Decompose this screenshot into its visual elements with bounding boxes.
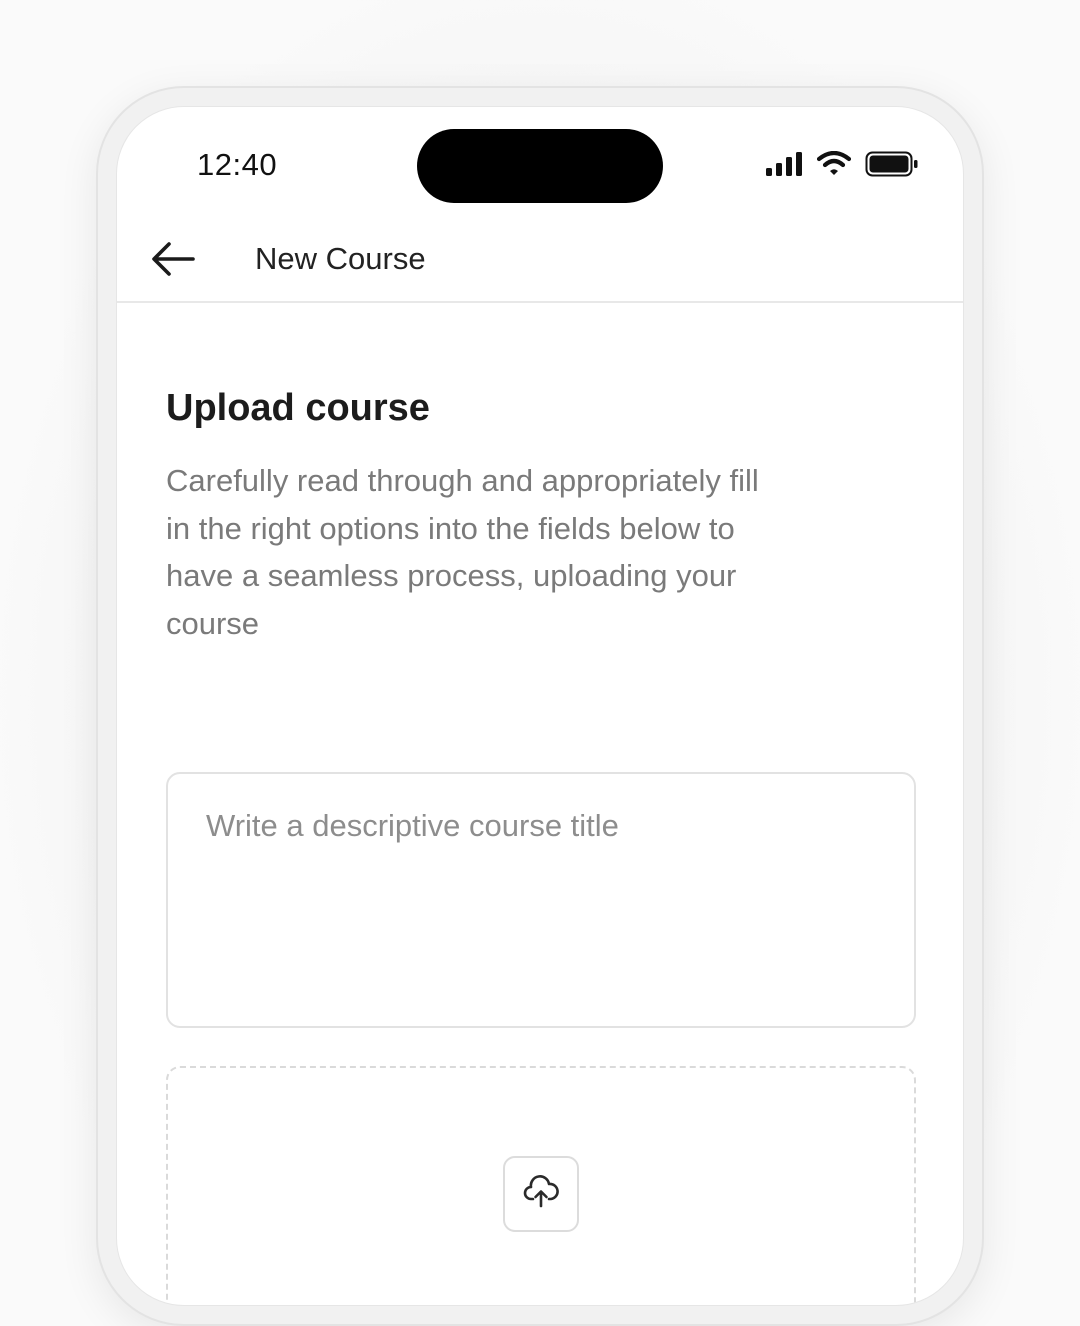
cloud-upload-icon (523, 1174, 559, 1214)
status-bar: 12:40 (117, 107, 963, 217)
course-title-input[interactable] (166, 772, 916, 1028)
page-title: New Course (255, 241, 426, 276)
section-description: Carefully read through and appropriately… (166, 463, 759, 641)
wifi-icon (816, 150, 852, 182)
upload-button[interactable] (503, 1156, 579, 1232)
section-heading: Upload course (166, 387, 430, 429)
back-button[interactable] (147, 239, 199, 283)
phone-screen: 12:40 New Course Upload course Carefully… (116, 106, 964, 1306)
dynamic-island (417, 129, 663, 203)
status-icons (765, 150, 919, 182)
app-header: New Course (117, 217, 963, 303)
battery-icon (865, 151, 919, 182)
upload-dropzone[interactable] (166, 1066, 916, 1305)
arrow-left-icon (151, 241, 195, 282)
cellular-signal-icon (765, 151, 803, 182)
status-time: 12:40 (197, 147, 278, 182)
